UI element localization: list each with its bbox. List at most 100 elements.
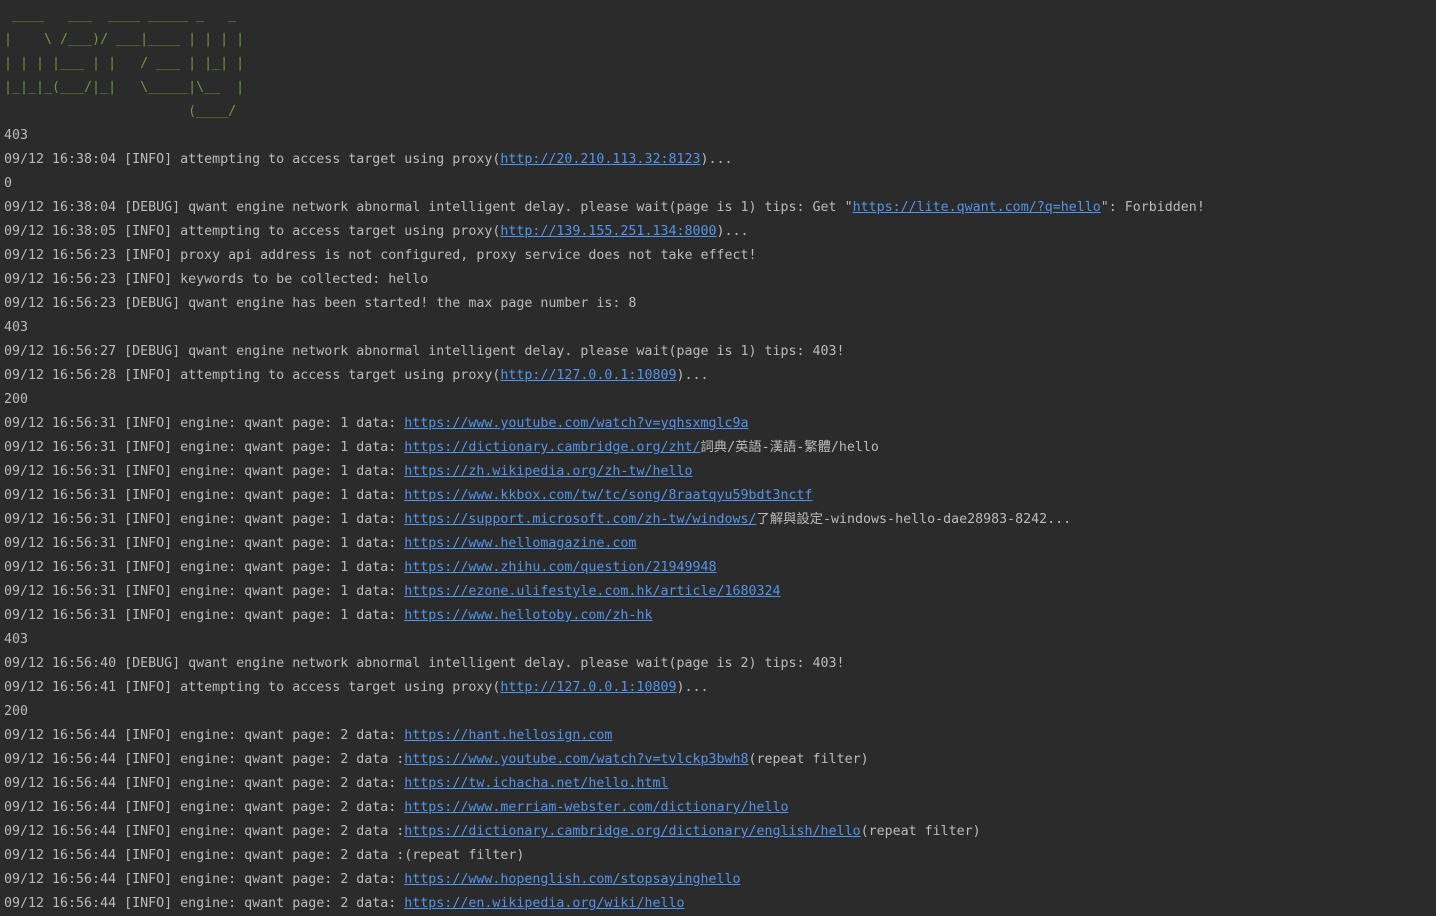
log-line: 09/12 16:38:04 [DEBUG] qwant engine netw…: [4, 196, 1434, 220]
banner-row: |_|_|_(___/|_| \_____|\__ |: [4, 80, 245, 95]
log-text: 09/12 16:56:44 [INFO] engine: qwant page…: [4, 800, 405, 815]
log-link[interactable]: http://139.155.251.134:8000: [500, 224, 716, 239]
log-line: 09/12 16:56:44 [INFO] engine: qwant page…: [4, 892, 1434, 916]
log-line: 09/12 16:38:05 [INFO] attempting to acce…: [4, 220, 1434, 244]
log-text: 09/12 16:38:04 [DEBUG] qwant engine netw…: [4, 200, 853, 215]
log-line: 09/12 16:56:31 [INFO] engine: qwant page…: [4, 460, 1434, 484]
log-line: 09/12 16:56:31 [INFO] engine: qwant page…: [4, 556, 1434, 580]
log-text: 09/12 16:56:31 [INFO] engine: qwant page…: [4, 560, 405, 575]
log-line: 403: [4, 124, 1434, 148]
log-text-suffix: (repeat filter): [748, 752, 869, 767]
log-line: 09/12 16:56:31 [INFO] engine: qwant page…: [4, 508, 1434, 532]
log-line: 200: [4, 700, 1434, 724]
banner-row: | | | |___ | | / ___ | |_| |: [4, 56, 245, 71]
log-text: 403: [4, 632, 29, 647]
log-line: 09/12 16:56:31 [INFO] engine: qwant page…: [4, 580, 1434, 604]
log-link[interactable]: https://support.microsoft.com/zh-tw/wind…: [404, 512, 756, 527]
log-line: 09/12 16:56:44 [INFO] engine: qwant page…: [4, 868, 1434, 892]
log-text: 403: [4, 320, 29, 335]
banner-row: ____ ___ ____ _____ _ _: [4, 8, 237, 23]
log-line: 09/12 16:56:44 [INFO] engine: qwant page…: [4, 844, 1434, 868]
log-text: 09/12 16:56:44 [INFO] engine: qwant page…: [4, 728, 405, 743]
log-line: 09/12 16:56:28 [INFO] attempting to acce…: [4, 364, 1434, 388]
log-text: 09/12 16:56:23 [INFO] proxy api address …: [4, 248, 757, 263]
log-link[interactable]: https://www.hellotoby.com/zh-hk: [404, 608, 652, 623]
log-line: 09/12 16:56:27 [DEBUG] qwant engine netw…: [4, 340, 1434, 364]
log-text-suffix: 了解與設定-windows-hello-dae28983-8242...: [756, 512, 1072, 527]
log-link[interactable]: http://20.210.113.32:8123: [500, 152, 700, 167]
log-line: 09/12 16:56:40 [DEBUG] qwant engine netw…: [4, 652, 1434, 676]
log-link[interactable]: https://hant.hellosign.com: [404, 728, 612, 743]
log-line: 09/12 16:56:31 [INFO] engine: qwant page…: [4, 484, 1434, 508]
log-text: 09/12 16:56:28 [INFO] attempting to acce…: [4, 368, 501, 383]
log-link[interactable]: https://www.zhihu.com/question/21949948: [404, 560, 716, 575]
log-text: 09/12 16:56:40 [DEBUG] qwant engine netw…: [4, 656, 845, 671]
log-lines: 403 09/12 16:38:04 [INFO] attempting to a…: [4, 124, 1434, 916]
log-text: 09/12 16:56:41 [INFO] attempting to acce…: [4, 680, 501, 695]
log-line: 0: [4, 172, 1434, 196]
log-line: 09/12 16:56:23 [DEBUG] qwant engine has …: [4, 292, 1434, 316]
log-link[interactable]: https://dictionary.cambridge.org/diction…: [404, 824, 860, 839]
log-text-suffix: ": Forbidden!: [1100, 200, 1205, 215]
log-link[interactable]: https://www.kkbox.com/tw/tc/song/8raatqy…: [404, 488, 812, 503]
log-text: 09/12 16:56:31 [INFO] engine: qwant page…: [4, 416, 405, 431]
banner-row: | \ /___)/ ___|____ | | | |: [4, 32, 245, 47]
log-text: 09/12 16:56:27 [DEBUG] qwant engine netw…: [4, 344, 845, 359]
log-line: 09/12 16:56:44 [INFO] engine: qwant page…: [4, 796, 1434, 820]
log-text: 200: [4, 704, 29, 719]
log-text: 09/12 16:38:04 [INFO] attempting to acce…: [4, 152, 501, 167]
log-line: 09/12 16:56:31 [INFO] engine: qwant page…: [4, 604, 1434, 628]
log-text: 09/12 16:56:23 [DEBUG] qwant engine has …: [4, 296, 637, 311]
log-line: 09/12 16:38:04 [INFO] attempting to acce…: [4, 148, 1434, 172]
log-text-suffix: )...: [716, 224, 749, 239]
log-text: 09/12 16:56:44 [INFO] engine: qwant page…: [4, 752, 405, 767]
log-link[interactable]: http://127.0.0.1:10809: [500, 368, 676, 383]
log-text-suffix: (repeat filter): [860, 824, 981, 839]
log-text: 0: [4, 176, 13, 191]
log-text: 09/12 16:56:31 [INFO] engine: qwant page…: [4, 536, 405, 551]
console-output[interactable]: ____ ___ ____ _____ _ _ | \ /___)/ ___|__…: [4, 0, 1434, 916]
log-text: 09/12 16:56:44 [INFO] engine: qwant page…: [4, 776, 405, 791]
log-line: 09/12 16:56:44 [INFO] engine: qwant page…: [4, 724, 1434, 748]
log-text-suffix: 詞典/英語-漢語-繁體/hello: [700, 440, 879, 455]
log-line: 09/12 16:56:23 [INFO] keywords to be col…: [4, 268, 1434, 292]
ascii-art-banner: ____ ___ ____ _____ _ _ | \ /___)/ ___|__…: [4, 0, 1434, 124]
log-link[interactable]: https://ezone.ulifestyle.com.hk/article/…: [404, 584, 780, 599]
log-text: 09/12 16:56:44 [INFO] engine: qwant page…: [4, 896, 405, 911]
log-line: 09/12 16:56:44 [INFO] engine: qwant page…: [4, 820, 1434, 844]
log-text: 09/12 16:56:31 [INFO] engine: qwant page…: [4, 464, 405, 479]
log-text: 09/12 16:56:44 [INFO] engine: qwant page…: [4, 848, 525, 863]
log-text: 09/12 16:38:05 [INFO] attempting to acce…: [4, 224, 501, 239]
log-text: 09/12 16:56:31 [INFO] engine: qwant page…: [4, 488, 405, 503]
log-link[interactable]: https://zh.wikipedia.org/zh-tw/hello: [404, 464, 692, 479]
log-text-suffix: )...: [700, 152, 733, 167]
log-text: 200: [4, 392, 29, 407]
log-text: 09/12 16:56:31 [INFO] engine: qwant page…: [4, 512, 405, 527]
log-link[interactable]: https://en.wikipedia.org/wiki/hello: [404, 896, 684, 911]
log-link[interactable]: https://www.hopenglish.com/stopsayinghel…: [404, 872, 740, 887]
log-link[interactable]: https://www.hellomagazine.com: [404, 536, 636, 551]
log-link[interactable]: https://lite.qwant.com/?q=hello: [853, 200, 1101, 215]
log-link[interactable]: http://127.0.0.1:10809: [500, 680, 676, 695]
log-text: 09/12 16:56:31 [INFO] engine: qwant page…: [4, 584, 405, 599]
log-text: 09/12 16:56:44 [INFO] engine: qwant page…: [4, 824, 405, 839]
log-link[interactable]: https://www.youtube.com/watch?v=yqhsxmgl…: [404, 416, 748, 431]
log-line: 09/12 16:56:44 [INFO] engine: qwant page…: [4, 748, 1434, 772]
banner-row: (____/: [4, 104, 237, 119]
log-link[interactable]: https://www.merriam-webster.com/dictiona…: [404, 800, 788, 815]
log-line: 200: [4, 388, 1434, 412]
log-line: 09/12 16:56:23 [INFO] proxy api address …: [4, 244, 1434, 268]
log-text: 09/12 16:56:31 [INFO] engine: qwant page…: [4, 440, 405, 455]
log-line: 403: [4, 628, 1434, 652]
log-link[interactable]: https://www.youtube.com/watch?v=tvlckp3b…: [404, 752, 748, 767]
log-line: 09/12 16:56:31 [INFO] engine: qwant page…: [4, 532, 1434, 556]
log-link[interactable]: https://dictionary.cambridge.org/zht/: [404, 440, 700, 455]
log-line: 09/12 16:56:44 [INFO] engine: qwant page…: [4, 772, 1434, 796]
log-text-suffix: )...: [676, 680, 709, 695]
log-line: 09/12 16:56:31 [INFO] engine: qwant page…: [4, 412, 1434, 436]
log-text: 09/12 16:56:23 [INFO] keywords to be col…: [4, 272, 429, 287]
log-text: 09/12 16:56:31 [INFO] engine: qwant page…: [4, 608, 405, 623]
log-text-suffix: )...: [676, 368, 709, 383]
log-line: 09/12 16:56:41 [INFO] attempting to acce…: [4, 676, 1434, 700]
log-link[interactable]: https://tw.ichacha.net/hello.html: [404, 776, 668, 791]
